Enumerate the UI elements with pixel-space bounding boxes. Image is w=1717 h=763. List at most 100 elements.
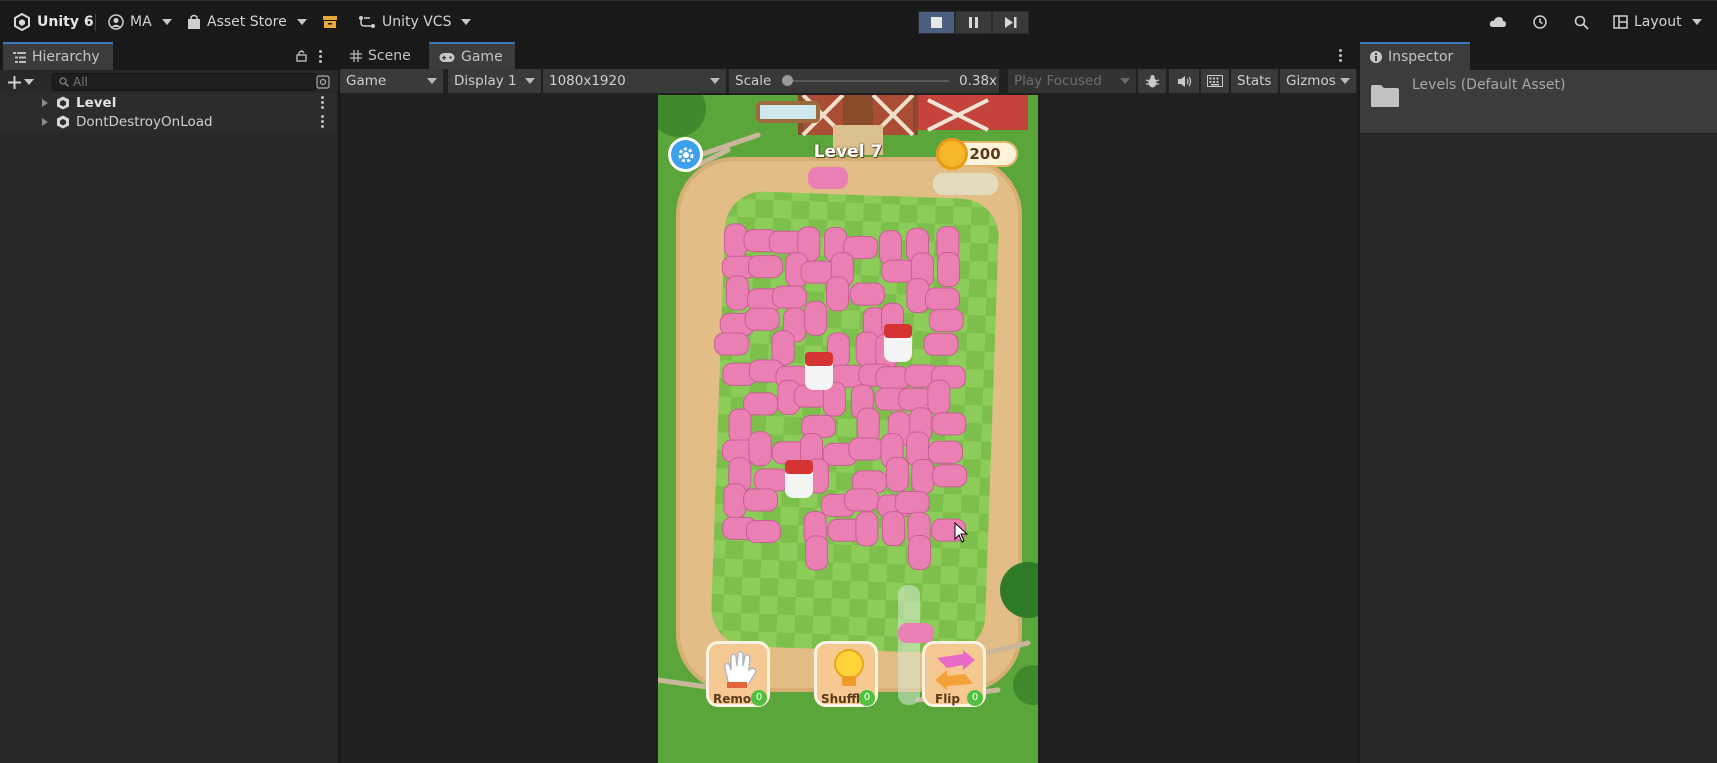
scale-slider-track[interactable] — [782, 75, 949, 86]
resolution-dropdown[interactable]: 1080x1920 — [543, 69, 726, 93]
asset-store-dropdown[interactable]: Asset Store — [187, 11, 307, 33]
pig-piece[interactable] — [881, 511, 905, 547]
step-button[interactable] — [992, 11, 1029, 34]
tab-inspector[interactable]: Inspector — [1360, 42, 1470, 70]
pause-button[interactable] — [955, 11, 992, 34]
pig-piece[interactable] — [849, 282, 885, 306]
gizmos-dropdown[interactable]: Gizmos — [1280, 69, 1356, 93]
pig-piece[interactable] — [745, 519, 781, 543]
undo-history-button[interactable] — [1532, 11, 1548, 33]
chevron-down-icon — [1340, 78, 1350, 84]
expand-arrow-icon[interactable] — [42, 98, 48, 107]
layout-dropdown[interactable]: Layout — [1613, 11, 1702, 33]
unity-vcs-dropdown[interactable]: Unity VCS — [358, 11, 472, 33]
cloud-button[interactable] — [1489, 11, 1507, 33]
pig-piece[interactable] — [932, 464, 968, 488]
booster-count: 0 — [859, 690, 875, 706]
folder-icon — [1371, 85, 1399, 107]
pig-piece[interactable] — [848, 437, 884, 461]
pig-piece[interactable] — [725, 275, 749, 311]
search-filter-icon[interactable] — [316, 75, 330, 89]
pig-piece[interactable] — [855, 331, 879, 367]
pig-piece[interactable] — [856, 407, 880, 443]
stop-button[interactable] — [918, 11, 955, 34]
booster-shuffle-button[interactable]: Shuffl 0 — [814, 641, 878, 707]
pig-piece[interactable] — [937, 252, 961, 288]
stats-button[interactable]: Stats — [1231, 69, 1278, 93]
hierarchy-menu-icon[interactable] — [319, 50, 322, 63]
pig-piece[interactable] — [931, 412, 967, 436]
pig-piece[interactable] — [826, 276, 850, 312]
pig-piece[interactable] — [771, 285, 807, 309]
display-dropdown[interactable]: Display 1 — [448, 69, 541, 93]
game-render-view[interactable]: Level 7 200 Remo 0 Shuffl 0 Flip 0 — [658, 95, 1038, 763]
play-mode-dropdown[interactable]: Play Focused — [1008, 69, 1136, 93]
tab-game[interactable]: Game — [429, 42, 515, 70]
pig-piece[interactable] — [898, 623, 934, 643]
item-menu-icon[interactable] — [321, 96, 324, 109]
vcs-label: Unity VCS — [382, 14, 452, 30]
pig-piece[interactable] — [743, 488, 779, 512]
pig-piece[interactable] — [714, 332, 750, 356]
unity-menu-button[interactable]: Unity 6 — [13, 11, 94, 33]
booster-label: Shuffl — [821, 692, 861, 706]
expand-arrow-icon[interactable] — [42, 117, 48, 126]
pig-piece[interactable] — [885, 456, 909, 492]
pig-piece[interactable] — [744, 307, 780, 331]
center-panel-menu-icon[interactable] — [1339, 49, 1342, 62]
pig-piece[interactable] — [748, 431, 772, 467]
hierarchy-item-label: Level — [76, 94, 117, 111]
chevron-down-icon — [427, 78, 437, 84]
center-tabstrip: Scene Game — [340, 42, 1358, 70]
inspector-asset-title: Levels (Default Asset) — [1412, 77, 1566, 93]
pig-piece[interactable] — [925, 287, 961, 311]
account-dropdown[interactable]: MA — [108, 11, 172, 33]
pig-piece[interactable] — [808, 167, 848, 189]
chevron-down-icon — [296, 19, 307, 25]
tab-hierarchy[interactable]: Hierarchy — [3, 42, 113, 70]
scale-slider-handle[interactable] — [782, 75, 793, 86]
mute-audio-button[interactable] — [1169, 69, 1199, 93]
pig-piece[interactable] — [723, 483, 747, 519]
settings-button[interactable] — [668, 137, 703, 172]
flip-arrow-icon — [935, 650, 975, 690]
hierarchy-item-level[interactable]: Level — [0, 93, 336, 112]
frame-debugger-button[interactable] — [1138, 69, 1166, 93]
pig-piece[interactable] — [881, 259, 917, 283]
pig-piece[interactable] — [805, 535, 829, 571]
pig-piece[interactable] — [908, 535, 932, 571]
pig-piece[interactable] — [844, 488, 880, 512]
pig-piece[interactable] — [804, 300, 828, 336]
pig-piece[interactable] — [927, 379, 951, 415]
main-toolbar: Unity 6 MA Asset Store Unity VCS Layout — [0, 0, 1717, 42]
pig-piece[interactable] — [928, 308, 964, 332]
pig-piece[interactable] — [911, 458, 935, 494]
tab-scene[interactable]: Scene — [340, 42, 428, 70]
pig-piece[interactable] — [728, 408, 752, 444]
pig-piece[interactable] — [753, 468, 789, 492]
item-menu-icon[interactable] — [321, 115, 324, 128]
scale-label: Scale — [735, 73, 772, 89]
package-manager-button[interactable] — [322, 11, 338, 33]
search-button[interactable] — [1574, 11, 1589, 33]
shortcuts-button[interactable] — [1201, 69, 1229, 93]
game-tab-label: Game — [461, 49, 503, 65]
pig-piece[interactable] — [855, 511, 879, 547]
hierarchy-item-dontdestroyonload[interactable]: DontDestroyOnLoad — [0, 112, 336, 131]
unity-scene-icon — [57, 115, 69, 128]
hierarchy-search-input[interactable]: All — [52, 73, 316, 91]
layout-label: Layout — [1634, 14, 1682, 30]
create-button[interactable] — [8, 73, 40, 91]
pig-piece[interactable] — [724, 223, 748, 259]
speaker-icon — [1178, 75, 1192, 87]
booster-remove-button[interactable]: Remo 0 — [706, 641, 770, 707]
booster-flip-button[interactable]: Flip 0 — [922, 641, 986, 707]
pig-piece[interactable] — [748, 255, 784, 279]
pig-piece[interactable] — [878, 230, 902, 266]
pig-piece[interactable] — [923, 332, 959, 356]
pig-piece[interactable] — [894, 490, 930, 514]
game-view-mode-dropdown[interactable]: Game — [340, 69, 443, 93]
pig-piece[interactable] — [897, 387, 933, 411]
lock-icon[interactable] — [296, 49, 307, 62]
pig-piece[interactable] — [927, 440, 963, 464]
